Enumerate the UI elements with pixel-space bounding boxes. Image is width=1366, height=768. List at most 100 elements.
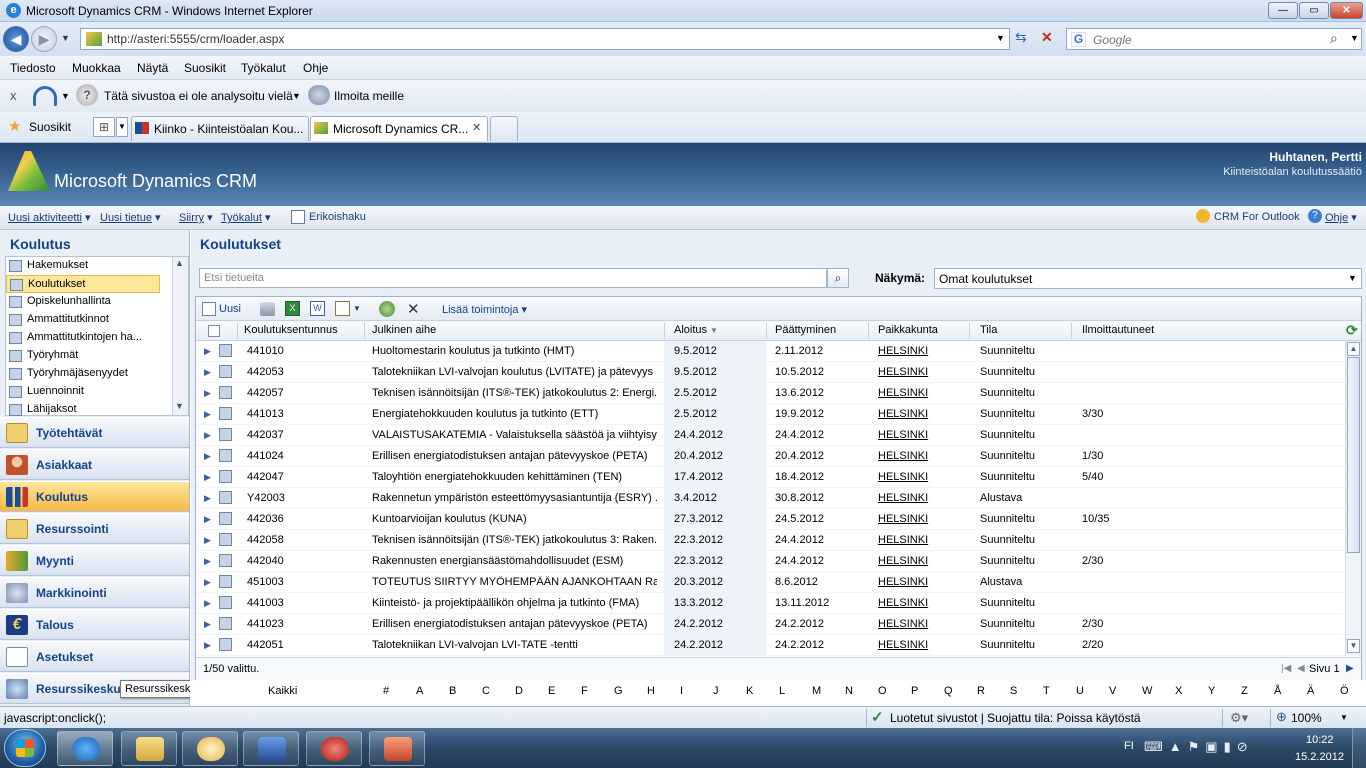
alpha-filter-letter[interactable]: B [449, 685, 456, 697]
taskbar-ie[interactable] [57, 731, 113, 766]
table-row[interactable]: ▶ 441003 Kiinteistö- ja projektipäällikön … [196, 593, 1345, 614]
table-row[interactable]: ▶ 441023 Erillisen energiatodistuksen anta… [196, 614, 1345, 635]
taskbar-word[interactable] [243, 731, 299, 766]
tray-icons[interactable]: ⌨▲⚑▣▮⊘ [1144, 739, 1254, 755]
alpha-filter-letter[interactable]: P [911, 685, 918, 697]
sub-item-opiskelunhallinta[interactable]: Opiskelunhallinta [6, 293, 160, 311]
refresh-icon[interactable]: ⇆ [1015, 29, 1027, 46]
table-row[interactable]: ▶ 442037 VALAISTUSAKATEMIA - Valaistuksell… [196, 425, 1345, 446]
clock-time[interactable]: 10:22 [1306, 734, 1334, 746]
next-page-icon[interactable]: ▶ [1346, 663, 1354, 674]
alpha-filter-all[interactable]: Kaikki [268, 685, 297, 697]
col-paattyminen[interactable]: Päättyminen [775, 324, 836, 336]
assign-icon[interactable] [379, 301, 395, 317]
print-icon[interactable] [260, 302, 275, 316]
new-record-menu[interactable]: Uusi tietue ▾ [100, 211, 161, 224]
table-row[interactable]: ▶ 442047 Taloyhtiön energiatehokkuuden keh… [196, 467, 1345, 488]
favorites-button[interactable]: Suosikit [29, 120, 71, 134]
back-button[interactable]: ◀ [3, 26, 29, 52]
col-aihe[interactable]: Julkinen aihe [372, 324, 436, 336]
zoom-level[interactable]: 100% [1291, 711, 1322, 725]
alpha-filter-letter[interactable]: W [1142, 685, 1152, 697]
col-tila[interactable]: Tila [980, 324, 997, 336]
new-activity-menu[interactable]: Uusi aktiviteetti ▾ [8, 211, 91, 224]
sub-item-tyoryhmat[interactable]: Työryhmät [6, 347, 160, 365]
sub-item-ammattitutkintojen[interactable]: Ammattitutkintojen ha... [6, 329, 160, 347]
url-dropdown-icon[interactable]: ▼ [996, 33, 1005, 43]
alpha-filter-letter[interactable]: U [1076, 685, 1084, 697]
table-row[interactable]: ▶ Y42003 Rakennetun ympäristön esteettömyy… [196, 488, 1345, 509]
new-record-icon[interactable] [202, 302, 216, 316]
wifi-icon[interactable] [33, 86, 57, 106]
alpha-filter-letter[interactable]: K [746, 685, 753, 697]
alpha-filter-letter[interactable]: V [1109, 685, 1116, 697]
report-dropdown-icon[interactable]: ▼ [353, 304, 361, 313]
alpha-filter-letter[interactable]: T [1043, 685, 1050, 697]
alpha-filter-letter[interactable]: C [482, 685, 490, 697]
taskbar-powerpoint[interactable] [369, 731, 425, 766]
refresh-grid-icon[interactable]: ⟳ [1346, 322, 1358, 339]
new-tab-button[interactable] [490, 116, 518, 141]
view-dropdown-icon[interactable]: ▼ [1348, 273, 1357, 283]
grid-scroll-up-icon[interactable]: ▲ [1347, 342, 1360, 356]
alpha-filter-letter[interactable]: Z [1241, 685, 1248, 697]
table-row[interactable]: ▶ 441010 Huoltomestarin koulutus ja tutkin… [196, 341, 1345, 362]
cell-paikkakunta[interactable]: HELSINKI [878, 597, 968, 609]
col-tunnus[interactable]: Koulutuksentunnus [244, 324, 338, 336]
nav-koulutus[interactable]: Koulutus [0, 481, 189, 512]
expand-row-icon[interactable]: ▶ [204, 493, 211, 504]
zoom-icon[interactable]: ⊕ [1276, 709, 1287, 725]
cell-paikkakunta[interactable]: HELSINKI [878, 450, 968, 462]
expand-row-icon[interactable]: ▶ [204, 409, 211, 420]
table-row[interactable]: ▶ 442036 Kuntoarvioijan koulutus (KUNA) 27.… [196, 509, 1345, 530]
taskbar-explorer[interactable] [121, 731, 177, 766]
grid-scroll-down-icon[interactable]: ▼ [1347, 639, 1360, 653]
cell-paikkakunta[interactable]: HELSINKI [878, 408, 968, 420]
expand-row-icon[interactable]: ▶ [204, 472, 211, 483]
col-aloitus[interactable]: Aloitus [674, 324, 707, 336]
crm-outlook-link[interactable]: CRM For Outlook [1214, 211, 1300, 223]
alpha-filter-letter[interactable]: X [1175, 685, 1182, 697]
table-row[interactable]: ▶ 442053 Talotekniikan LVI-valvojan koulut… [196, 362, 1345, 383]
alpha-filter-letter[interactable]: G [614, 685, 623, 697]
table-row[interactable]: ▶ 441024 Erillisen energiatodistuksen anta… [196, 446, 1345, 467]
advanced-find-icon[interactable] [291, 210, 305, 224]
cell-paikkakunta[interactable]: HELSINKI [878, 513, 968, 525]
new-record-button[interactable]: Uusi [219, 303, 241, 315]
language-indicator[interactable]: FI [1124, 740, 1134, 752]
menu-help[interactable]: Ohje [303, 61, 328, 75]
alpha-filter-letter[interactable]: O [878, 685, 887, 697]
quick-tabs-icon[interactable]: ⊞ [93, 117, 115, 137]
analysis-dropdown[interactable]: Tätä sivustoa ei ole analysoitu vielä [104, 89, 293, 103]
alpha-filter-letter[interactable]: Y [1208, 685, 1215, 697]
toolbar-close-icon[interactable]: x [10, 88, 17, 103]
table-row[interactable]: ▶ 442040 Rakennusten energiansäästömahdoll… [196, 551, 1345, 572]
sublist-scrollbar[interactable]: ▲ ▼ [172, 257, 188, 415]
cell-paikkakunta[interactable]: HELSINKI [878, 366, 968, 378]
minimize-button[interactable]: — [1268, 2, 1298, 19]
table-row[interactable]: ▶ 441013 Energiatehokkuuden koulutus ja tu… [196, 404, 1345, 425]
nav-tyotehtavat[interactable]: Työtehtävät [0, 417, 189, 448]
cell-paikkakunta[interactable]: HELSINKI [878, 555, 968, 567]
search-options-icon[interactable]: ▼ [1350, 33, 1359, 43]
clock-date[interactable]: 15.2.2012 [1295, 751, 1344, 763]
prev-page-icon[interactable]: ◀ [1297, 663, 1305, 674]
menu-tools[interactable]: Työkalut [241, 61, 286, 75]
table-row[interactable]: ▶ 442058 Teknisen isännöitsijän (ITS®-TEK)… [196, 530, 1345, 551]
expand-row-icon[interactable]: ▶ [204, 451, 211, 462]
history-dropdown-icon[interactable]: ▼ [61, 33, 70, 43]
alpha-filter-letter[interactable]: S [1010, 685, 1017, 697]
nav-myynti[interactable]: Myynti [0, 545, 189, 576]
record-search-input[interactable]: Etsi tietueita [199, 268, 827, 288]
expand-row-icon[interactable]: ▶ [204, 346, 211, 357]
table-row[interactable]: ▶ 451003 TOTEUTUS SIIRTYY MYÖHEMPÄÄN AJANK… [196, 572, 1345, 593]
expand-row-icon[interactable]: ▶ [204, 367, 211, 378]
stop-icon[interactable]: ✕ [1041, 29, 1053, 46]
tab-list-icon[interactable]: ▼ [116, 117, 128, 137]
alpha-filter-letter[interactable]: Ä [1307, 685, 1314, 697]
cell-paikkakunta[interactable]: HELSINKI [878, 576, 968, 588]
wifi-dropdown-icon[interactable]: ▼ [61, 91, 70, 101]
cell-paikkakunta[interactable]: HELSINKI [878, 429, 968, 441]
select-all-checkbox[interactable] [208, 325, 220, 337]
sub-item-hakemukset[interactable]: Hakemukset [6, 257, 160, 275]
